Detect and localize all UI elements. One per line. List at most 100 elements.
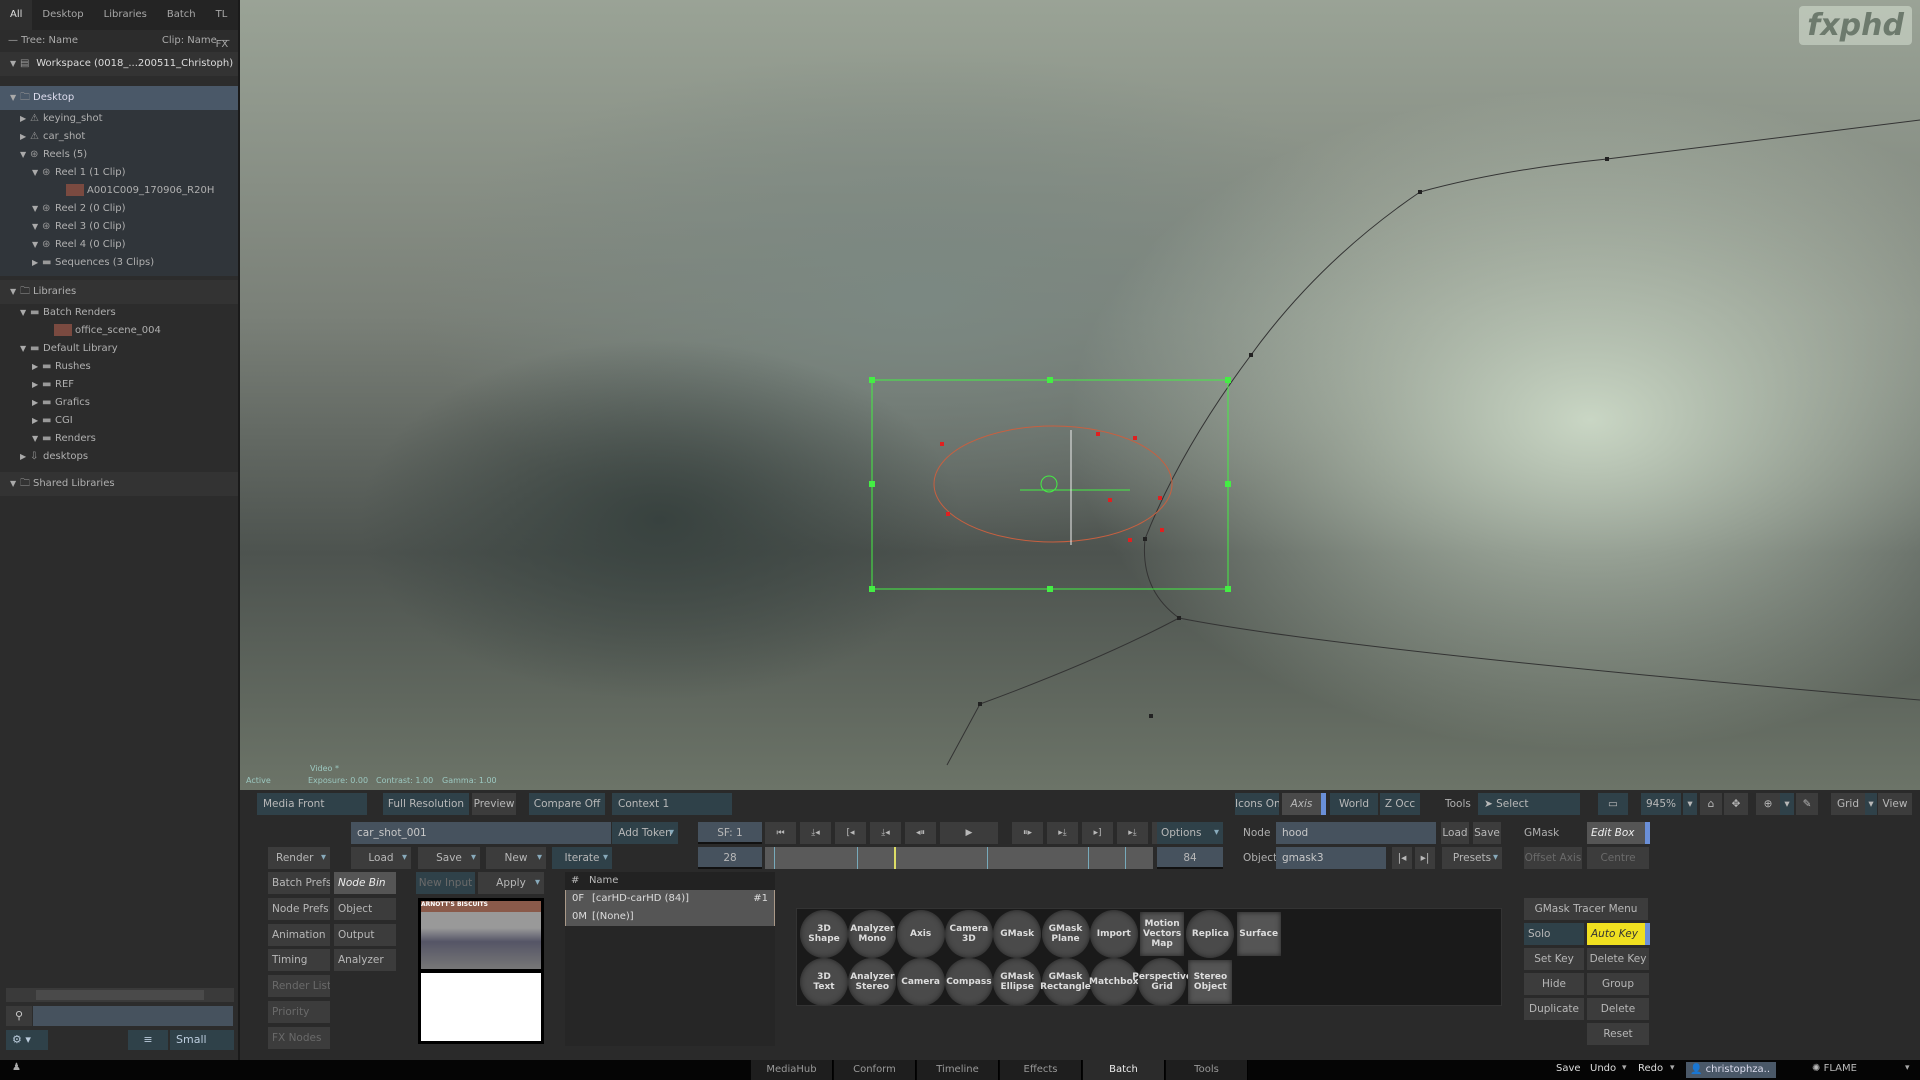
tree-item[interactable]: ▶ ⇩ desktops — [0, 448, 238, 466]
presets-dropdown[interactable]: Presets — [1442, 847, 1502, 869]
icons-on-button[interactable]: Icons On — [1235, 793, 1279, 815]
eyedropper-icon[interactable]: ✎ — [1796, 793, 1818, 815]
tree-item[interactable]: office_scene_004 — [0, 322, 238, 340]
tree-item[interactable]: ▶ ▬ Grafics — [0, 394, 238, 412]
tree-item[interactable]: ▶ ▬ Sequences (3 Clips) — [0, 254, 238, 272]
viewer[interactable]: fxphd Video * Active Exposure: 0.00 Cont… — [240, 0, 1920, 790]
expand-arrow-icon[interactable]: ▼ — [20, 146, 30, 164]
step-forward-icon[interactable]: ⏸▸ — [1012, 822, 1043, 844]
tab-tl-fx[interactable]: TL FX — [206, 0, 239, 50]
current-frame-field[interactable]: 28 — [698, 847, 762, 869]
axis-toggle[interactable]: Axis — [1282, 793, 1326, 815]
node-motion-vectors-map[interactable]: Motion Vectors Map — [1140, 912, 1185, 956]
target-icon[interactable]: ⊕ — [1756, 793, 1780, 815]
grid-button[interactable]: Grid — [1831, 793, 1865, 815]
menu-node-prefs[interactable]: Node Prefs — [268, 897, 330, 920]
menu-output[interactable]: Output — [334, 923, 396, 946]
desktop-row[interactable]: ▼ 🗀 Desktop — [0, 86, 238, 110]
select-tool-button[interactable]: ➤ Select — [1478, 793, 1580, 815]
node-gmask-plane[interactable]: GMask Plane — [1041, 910, 1090, 958]
expand-arrow-icon[interactable]: ▼ — [32, 430, 42, 448]
delete-key-button[interactable]: Delete Key — [1587, 948, 1649, 970]
node-analyzer-stereo[interactable]: Analyzer Stereo — [848, 958, 897, 1006]
render-button[interactable]: Render — [268, 847, 330, 869]
auto-key-toggle[interactable]: Auto Key — [1587, 923, 1650, 945]
world-toggle[interactable]: World — [1330, 793, 1378, 815]
tree-sort-label[interactable]: — Tree: Name — [8, 30, 78, 52]
menu-timing[interactable]: Timing — [268, 949, 330, 972]
node-stereo-object[interactable]: Stereo Object — [1188, 960, 1233, 1004]
expand-arrow-icon[interactable]: ▶ — [32, 376, 42, 394]
thumbnail-size-select[interactable]: Small — [170, 1030, 234, 1050]
node-camera[interactable]: Camera — [896, 958, 945, 1006]
go-to-in-icon[interactable]: [◂ — [835, 822, 866, 844]
compare-button[interactable]: Compare Off — [529, 793, 605, 815]
expand-arrow-icon[interactable]: ▼ — [20, 340, 30, 358]
list-row[interactable]: 0F [carHD-carHD (84)] #1 — [565, 890, 775, 908]
tree-item[interactable]: ▶ ⚠ car_shot — [0, 128, 238, 146]
redo-button[interactable]: Redo — [1638, 1063, 1663, 1074]
node-3d-shape[interactable]: 3D Shape — [800, 910, 848, 958]
next-object-icon[interactable]: ▸| — [1415, 847, 1435, 869]
next-keyframe-icon[interactable]: ▸⤓ — [1117, 822, 1148, 844]
undo-button[interactable]: Undo — [1590, 1063, 1616, 1074]
media-front-button[interactable]: Media Front — [257, 793, 367, 815]
tree-item[interactable]: ▼ ▬ Renders — [0, 430, 238, 448]
tree-item[interactable]: ▼ ⊛ Reel 3 (0 Clip) — [0, 218, 238, 236]
node-gmask[interactable]: GMask — [993, 910, 1042, 958]
tab-mediahub[interactable]: MediaHub — [751, 1060, 833, 1080]
tree-item[interactable]: ▶ ▬ CGI — [0, 412, 238, 430]
libraries-row[interactable]: ▼ 🗀 Libraries — [0, 280, 238, 304]
next-marker-icon[interactable]: ▸⤓ — [1047, 822, 1078, 844]
step-back-icon[interactable]: ◂⏸ — [905, 822, 936, 844]
menu-object[interactable]: Object — [334, 897, 396, 920]
pan-move-icon[interactable]: ✥ — [1724, 793, 1748, 815]
centre-button[interactable]: Centre — [1587, 847, 1649, 869]
solo-toggle[interactable]: Solo — [1524, 923, 1584, 945]
menu-render-list[interactable]: Render List — [268, 975, 330, 998]
node-camera-3d[interactable]: Camera 3D — [944, 910, 993, 958]
reset-button[interactable]: Reset — [1587, 1023, 1649, 1045]
search-icon[interactable]: ⚲ — [6, 1006, 32, 1026]
add-token-button[interactable]: Add Token — [612, 822, 678, 844]
prev-marker-icon[interactable]: ⤓◂ — [870, 822, 901, 844]
tab-desktop[interactable]: Desktop — [32, 0, 93, 30]
tab-all[interactable]: All — [0, 0, 33, 30]
expand-arrow-icon[interactable]: ▶ — [20, 128, 30, 146]
settings-gear-icon[interactable]: ⚙ ▾ — [6, 1030, 48, 1050]
node-compass[interactable]: Compass — [944, 958, 993, 1006]
node-save-button[interactable]: Save — [1473, 822, 1501, 844]
gmask-overlay[interactable] — [240, 0, 1920, 790]
clip-sort-label[interactable]: Clip: Name — — [162, 30, 230, 52]
shared-libraries-row[interactable]: ▼ 🗀 Shared Libraries — [0, 472, 238, 496]
node-import[interactable]: Import — [1089, 910, 1138, 958]
menu-node-bin[interactable]: Node Bin — [334, 872, 396, 894]
edit-box-toggle[interactable]: Edit Box — [1587, 822, 1650, 844]
node-perspective-grid[interactable]: Perspective Grid — [1132, 958, 1192, 1006]
viewport-layout-icon[interactable]: ▭ — [1598, 793, 1628, 815]
duplicate-button[interactable]: Duplicate — [1524, 998, 1584, 1020]
expand-arrow-icon[interactable]: ▶ — [32, 358, 42, 376]
new-input-button[interactable]: New Input — [416, 872, 475, 894]
redo-dropdown-icon[interactable]: ▾ — [1670, 1063, 1675, 1073]
tab-effects[interactable]: Effects — [1000, 1060, 1082, 1080]
list-row[interactable]: 0M [(None)] — [565, 908, 775, 926]
node-gmask-rectangle[interactable]: GMask Rectangle — [1040, 958, 1091, 1006]
node-analyzer-mono[interactable]: Analyzer Mono — [848, 910, 897, 958]
save-batch-button[interactable]: Save — [418, 847, 480, 869]
tree-item[interactable]: ▼ ▬ Batch Renders — [0, 304, 238, 322]
expand-arrow-icon[interactable]: ▼ — [20, 304, 30, 322]
start-frame-field[interactable]: SF: 1 — [698, 822, 762, 844]
expand-arrow-icon[interactable]: ▼ — [32, 164, 42, 182]
workspace-row[interactable]: ▼ ▤ Workspace (0018_...200511_Christoph) — [0, 52, 238, 76]
group-button[interactable]: Group — [1587, 973, 1649, 995]
tree-item[interactable]: ▼ ⊛ Reel 2 (0 Clip) — [0, 200, 238, 218]
node-name-input[interactable]: hood — [1276, 822, 1436, 844]
library-search-input[interactable] — [33, 1006, 233, 1026]
play-icon[interactable]: ▶ — [940, 822, 998, 844]
iterate-button[interactable]: Iterate — [552, 847, 612, 869]
prev-keyframe-icon[interactable]: ⤓◂ — [800, 822, 831, 844]
zoom-level-field[interactable]: 945% — [1641, 793, 1681, 815]
expand-arrow-icon[interactable]: ▶ — [32, 412, 42, 430]
go-to-start-icon[interactable]: ⏮ — [765, 822, 796, 844]
